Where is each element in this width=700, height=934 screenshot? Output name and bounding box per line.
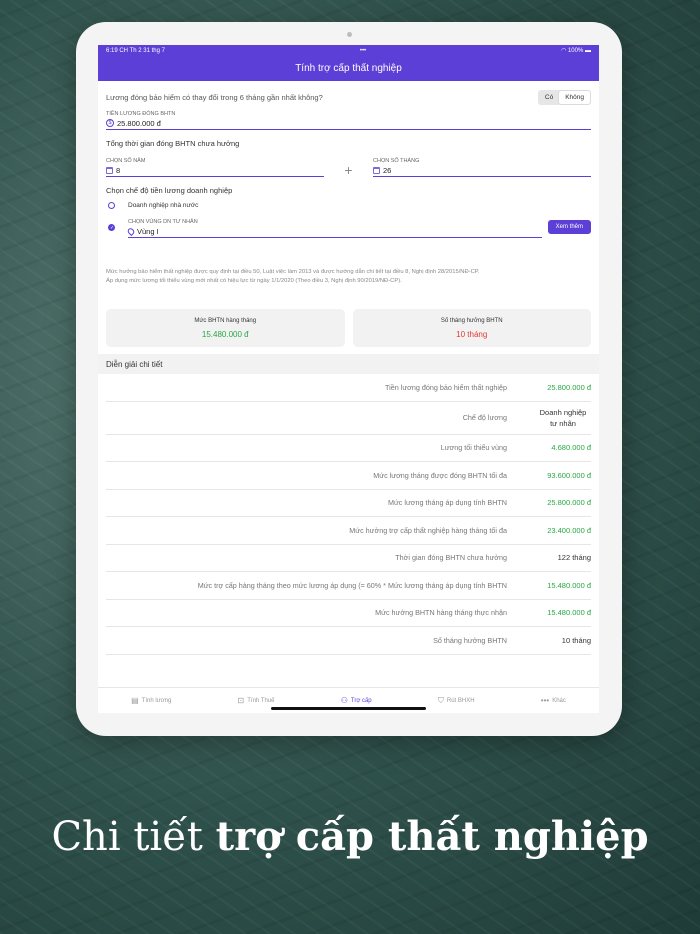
row-label: Mức trợ cấp hàng tháng theo mức lương áp… [197, 580, 507, 590]
insurance-change-question: Lương đóng bảo hiểm có thay đổi trong 6 … [106, 86, 591, 108]
detail-table: Tiền lương đóng bảo hiểm thất nghiệp 25.… [98, 374, 599, 655]
dollar-icon: $ [106, 119, 114, 127]
tax-icon: ⊡ [237, 696, 245, 705]
tab-allowance[interactable]: ⚇ Trợ cấp [341, 696, 372, 705]
region-value: Vùng I [137, 226, 159, 236]
row-value: 15.480.000 đ [547, 608, 591, 618]
row-value: 122 tháng [557, 553, 591, 563]
table-row: Mức trợ cấp hàng tháng theo mức lương áp… [106, 572, 591, 600]
location-pin-icon [126, 226, 136, 236]
row-label: Thời gian đóng BHTN chưa hưởng [395, 553, 507, 563]
table-row: Chế độ lương Doanh nghiệp tư nhân [106, 402, 591, 435]
row-label: Chế độ lương [462, 413, 507, 422]
monthly-benefit-card: Mức BHTN hàng tháng 15.480.000 đ [106, 309, 345, 347]
region-field[interactable]: Vùng I [126, 225, 542, 238]
radio-state[interactable] [108, 202, 115, 209]
row-value: Doanh nghiệp tư nhân [539, 407, 587, 428]
regime-title: Chọn chế độ tiền lương doanh nghiệp [106, 186, 233, 195]
monthly-card-title: Mức BHTN hàng tháng [194, 317, 257, 324]
row-label: Tiền lương đóng bảo hiểm thất nghiệp [385, 382, 507, 392]
shield-icon: ⛉ [437, 695, 444, 705]
salary-field[interactable]: $ 25.800.000 đ [106, 117, 591, 130]
table-row: Số tháng hưởng BHTN 10 tháng [106, 627, 591, 655]
monthly-card-value: 15.480.000 đ [201, 329, 249, 339]
row-value: 93.600.000 đ [547, 470, 591, 480]
row-value: 10 tháng [561, 635, 591, 645]
table-row: Mức lương tháng áp dụng tính BHTN 25.800… [106, 490, 591, 517]
legal-note: Mức hưởng bảo hiểm thất nghiệp được quy … [106, 268, 591, 286]
option-state-label: Doanh nghiệp nhà nước [128, 202, 199, 209]
more-button[interactable]: Xem thêm [547, 220, 591, 234]
table-row: Mức hưởng trợ cấp thất nghiệp hàng tháng… [106, 517, 591, 545]
home-indicator [271, 707, 426, 710]
salary-value: 25.800.000 đ [117, 118, 161, 128]
table-row: Lương tối thiểu vùng 4.680.000 đ [106, 435, 591, 462]
tab-label: Tính lương [141, 697, 172, 704]
row-label: Mức lương tháng được đóng BHTN tối đa [373, 470, 507, 480]
row-label: Mức hưởng BHTN hàng tháng thực nhận [375, 608, 507, 618]
marketing-caption: Chi tiết trợ cấp thất nghiệp [0, 813, 700, 860]
row-label: Mức lương tháng áp dụng tính BHTN [387, 498, 507, 508]
more-dots-icon: ••• [540, 696, 550, 705]
battery-indicator: ◠ 100% ▬ [561, 48, 591, 54]
table-row: Tiền lương đóng bảo hiểm thất nghiệp 25.… [106, 374, 591, 402]
app-screen: 6:19 CH Th 2 31 thg 7 ••• ◠ 100% ▬ Tính … [98, 45, 599, 713]
no-option[interactable]: Không [559, 90, 590, 104]
months-card-title: Số tháng hưởng BHTN [440, 317, 503, 324]
tab-label: Khác [552, 697, 566, 704]
note-line-2: Áp dụng mức lương tối thiểu vùng mới nhấ… [106, 278, 402, 284]
calendar-icon [106, 166, 113, 174]
table-row: Mức hưởng BHTN hàng tháng thực nhận 15.4… [106, 600, 591, 627]
total-time-title: Tổng thời gian đóng BHTN chưa hưởng [106, 139, 240, 148]
status-bar: 6:19 CH Th 2 31 thg 7 ••• ◠ 100% ▬ [98, 45, 599, 56]
years-value: 8 [116, 165, 121, 175]
calculator-icon: ▤ [131, 696, 139, 705]
tab-withdraw-social-insurance[interactable]: ⛉ Rút BHXH [438, 696, 475, 706]
benefit-months-card: Số tháng hưởng BHTN 10 tháng [352, 309, 591, 347]
camera-dot [347, 32, 352, 37]
tab-salary[interactable]: ▤ Tính lương [131, 696, 171, 705]
tablet-frame: 6:19 CH Th 2 31 thg 7 ••• ◠ 100% ▬ Tính … [76, 22, 622, 736]
tab-label: Tính Thuế [247, 697, 275, 704]
caption-regular: Chi tiết [51, 814, 216, 860]
row-label: Mức hưởng trợ cấp thất nghiệp hàng tháng… [349, 525, 507, 535]
months-value: 26 [383, 165, 392, 175]
option-state-enterprise[interactable]: Doanh nghiệp nhà nước [106, 202, 591, 209]
row-label: Số tháng hưởng BHTN [433, 635, 507, 645]
radio-private[interactable] [108, 223, 115, 231]
row-value: 4.680.000 đ [551, 443, 591, 453]
tab-label: Rút BHXH [446, 697, 475, 704]
calendar-icon [373, 166, 380, 174]
page-title: Tính trợ cấp thất nghiệp [98, 56, 599, 81]
tab-tax[interactable]: ⊡ Tính Thuế [238, 696, 275, 705]
status-time: 6:19 CH Th 2 31 thg 7 [106, 47, 165, 54]
months-card-value: 10 tháng [456, 329, 488, 339]
note-line-1: Mức hưởng bảo hiểm thất nghiệp được quy … [106, 269, 480, 275]
months-field[interactable]: 26 [373, 164, 591, 177]
row-value: 25.800.000 đ [547, 382, 591, 392]
people-icon: ⚇ [340, 696, 348, 705]
table-row: Thời gian đóng BHTN chưa hưởng 122 tháng [106, 545, 591, 572]
caption-bold: trợ cấp thất nghiệp [215, 813, 649, 860]
row-value: 15.480.000 đ [547, 580, 591, 590]
tab-label: Trợ cấp [350, 697, 372, 704]
tab-other[interactable]: ••• Khác [541, 696, 566, 705]
status-dots: ••• [359, 47, 367, 54]
row-value: 23.400.000 đ [547, 525, 591, 535]
question-text: Lương đóng bảo hiểm có thay đổi trong 6 … [106, 92, 323, 102]
yes-option[interactable]: Có [539, 91, 559, 104]
years-field[interactable]: 8 [106, 164, 324, 177]
row-value: 25.800.000 đ [547, 498, 591, 508]
detail-header: Diễn giải chi tiết [98, 354, 599, 374]
yes-no-segmented-control: Có Không [537, 89, 591, 105]
plus-icon: + [344, 162, 353, 178]
table-row: Mức lương tháng được đóng BHTN tối đa 93… [106, 462, 591, 490]
option-private-enterprise[interactable]: CHỌN VÙNG DN TƯ NHÂN Vùng I Xem thêm [106, 216, 591, 238]
row-label: Lương tối thiểu vùng [440, 443, 507, 453]
